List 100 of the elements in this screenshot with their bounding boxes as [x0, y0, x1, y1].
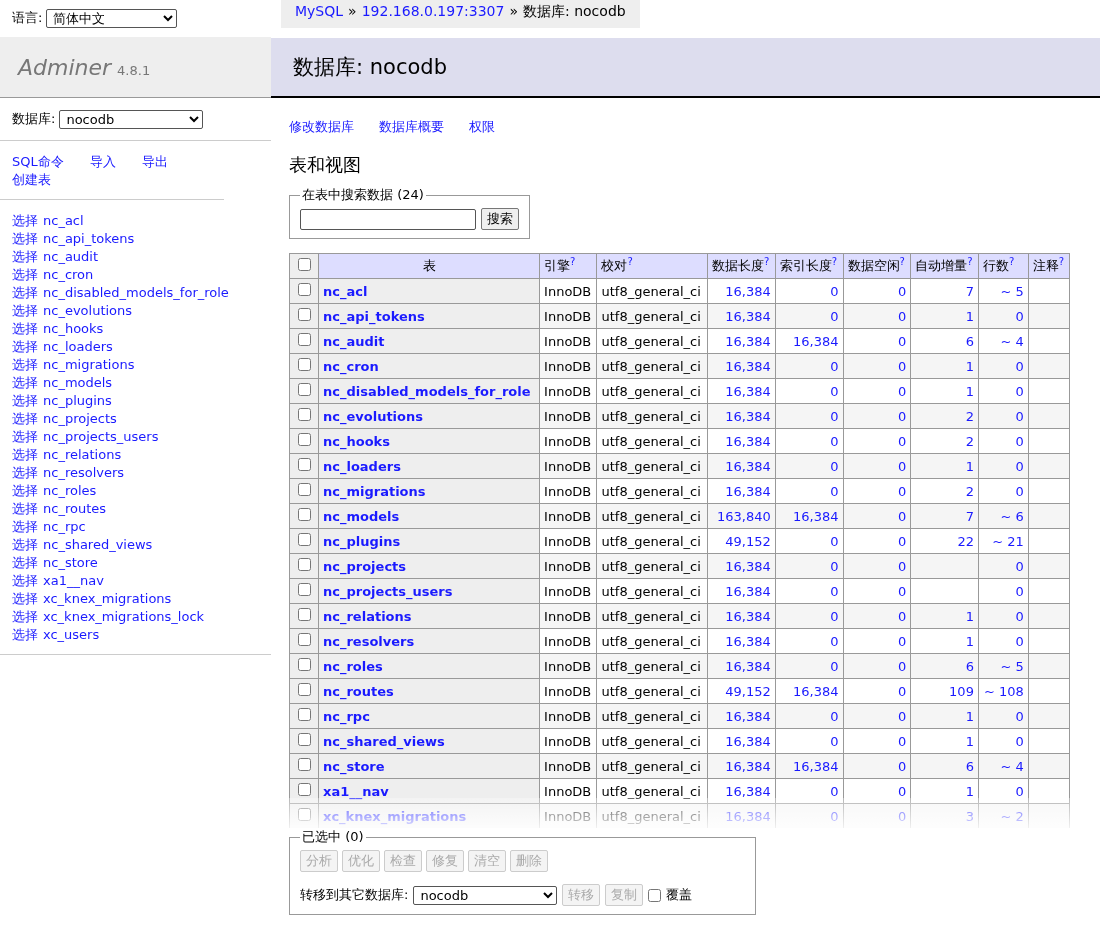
select-link[interactable]: 选择 — [12, 608, 38, 626]
value-link[interactable]: 0 — [1015, 733, 1024, 749]
sidebar-link[interactable]: 创建表 — [12, 171, 212, 189]
value-link[interactable]: 0 — [897, 708, 907, 724]
value-link[interactable]: 2 — [965, 408, 974, 424]
value-link[interactable]: 0 — [897, 783, 907, 799]
table-name-link[interactable]: nc_audit — [323, 333, 385, 349]
table-link[interactable]: xc_knex_migrations — [43, 590, 172, 608]
row-checkbox[interactable] — [297, 658, 311, 671]
value-link[interactable]: 1 — [965, 383, 974, 399]
value-link[interactable]: 1 — [965, 608, 974, 624]
help-link[interactable]: ? — [899, 256, 905, 268]
select-link[interactable]: 选择 — [12, 410, 38, 428]
select-link[interactable]: 选择 — [12, 302, 38, 320]
value-link[interactable]: 0 — [1015, 708, 1024, 724]
select-link[interactable]: 选择 — [12, 554, 38, 572]
row-checkbox[interactable] — [297, 433, 311, 446]
value-link[interactable]: 0 — [1015, 483, 1024, 499]
row-checkbox[interactable] — [297, 708, 311, 721]
value-link[interactable]: 0 — [830, 558, 839, 574]
sidebar-link[interactable]: 导入 — [89, 153, 116, 171]
select-link[interactable]: 选择 — [12, 590, 38, 608]
select-link[interactable]: 选择 — [12, 356, 38, 374]
help-link[interactable]: ? — [1058, 256, 1065, 268]
value-link[interactable]: 0 — [830, 383, 839, 399]
value-link[interactable]: 0 — [830, 408, 839, 424]
table-link[interactable]: nc_plugins — [43, 392, 112, 410]
help-link[interactable]: ? — [627, 256, 633, 268]
select-link[interactable]: 选择 — [12, 482, 38, 500]
value-link[interactable]: 0 — [897, 583, 907, 599]
value-link[interactable]: 0 — [830, 483, 839, 499]
select-link[interactable]: 选择 — [12, 446, 38, 464]
help-link[interactable]: ? — [764, 256, 770, 268]
table-link[interactable]: nc_audit — [43, 248, 99, 266]
table-link[interactable]: nc_roles — [43, 482, 97, 500]
select-link[interactable]: 选择 — [12, 266, 38, 284]
value-link[interactable]: 6 — [965, 333, 974, 349]
table-name-link[interactable]: xa1__nav — [323, 783, 389, 799]
value-link[interactable]: 0 — [897, 608, 907, 624]
value-link[interactable]: 1 — [965, 358, 974, 374]
row-checkbox[interactable] — [297, 358, 311, 371]
select-link[interactable]: 选择 — [12, 518, 38, 536]
value-link[interactable]: 6 — [965, 758, 974, 774]
row-checkbox[interactable] — [297, 558, 311, 571]
table-link[interactable]: nc_migrations — [43, 356, 135, 374]
overwrite-checkbox[interactable] — [648, 888, 662, 902]
language-select[interactable]: 简体中文 — [46, 8, 178, 28]
value-link[interactable]: 0 — [897, 408, 907, 424]
value-link[interactable]: 0 — [830, 358, 839, 374]
select-link[interactable]: 选择 — [12, 320, 38, 338]
value-link[interactable]: 0 — [830, 608, 839, 624]
table-link[interactable]: nc_routes — [43, 500, 106, 518]
help-link[interactable]: ? — [570, 256, 576, 268]
sidebar-link[interactable]: SQL命令 — [12, 153, 64, 171]
value-link[interactable]: 0 — [830, 783, 839, 799]
row-checkbox[interactable] — [297, 333, 311, 346]
table-link[interactable]: nc_rpc — [43, 518, 86, 536]
select-link[interactable]: 选择 — [12, 536, 38, 554]
value-link[interactable]: 0 — [830, 633, 839, 649]
table-name-link[interactable]: nc_acl — [323, 283, 368, 299]
table-link[interactable]: xc_knex_migrations_lock — [43, 608, 205, 626]
select-link[interactable]: 选择 — [12, 500, 38, 518]
select-all-checkbox[interactable] — [297, 258, 311, 271]
table-link[interactable]: nc_relations — [43, 446, 122, 464]
value-link[interactable]: 0 — [897, 733, 907, 749]
row-checkbox[interactable] — [297, 483, 311, 496]
select-link[interactable]: 选择 — [12, 392, 38, 410]
select-link[interactable]: 选择 — [12, 626, 38, 644]
value-link[interactable]: 0 — [830, 708, 839, 724]
value-link[interactable]: 0 — [897, 658, 907, 674]
logo-text[interactable]: Adminer — [18, 54, 112, 80]
breadcrumb-link[interactable]: 192.168.0.197:3307 — [361, 3, 505, 21]
select-link[interactable]: 选择 — [12, 374, 38, 392]
value-link[interactable]: 0 — [830, 658, 839, 674]
sidebar-link[interactable]: 导出 — [141, 153, 168, 171]
value-link[interactable]: 0 — [897, 333, 907, 349]
value-link[interactable]: 0 — [897, 483, 907, 499]
value-link[interactable]: 2 — [965, 433, 974, 449]
table-link[interactable]: nc_resolvers — [43, 464, 125, 482]
value-link[interactable]: 0 — [830, 533, 839, 549]
value-link[interactable]: 1 — [965, 458, 974, 474]
value-link[interactable]: 1 — [965, 783, 974, 799]
value-link[interactable]: 0 — [1015, 608, 1024, 624]
table-link[interactable]: nc_api_tokens — [43, 230, 135, 248]
row-checkbox[interactable] — [297, 783, 311, 796]
table-name-link[interactable]: nc_store — [323, 758, 385, 774]
select-link[interactable]: 选择 — [12, 572, 38, 590]
table-name-link[interactable]: nc_rpc — [323, 708, 370, 724]
value-link[interactable]: 1 — [965, 733, 974, 749]
row-checkbox[interactable] — [297, 408, 311, 421]
value-link[interactable]: 0 — [897, 383, 907, 399]
select-link[interactable]: 选择 — [12, 230, 38, 248]
value-link[interactable]: 0 — [897, 558, 907, 574]
value-link[interactable]: 0 — [897, 533, 907, 549]
select-link[interactable]: 选择 — [12, 212, 38, 230]
value-link[interactable]: 1 — [965, 633, 974, 649]
database-select[interactable]: nocodb — [59, 109, 204, 129]
value-link[interactable]: 0 — [897, 358, 907, 374]
action-link[interactable]: 数据库概要 — [379, 118, 444, 136]
select-link[interactable]: 选择 — [12, 284, 38, 302]
